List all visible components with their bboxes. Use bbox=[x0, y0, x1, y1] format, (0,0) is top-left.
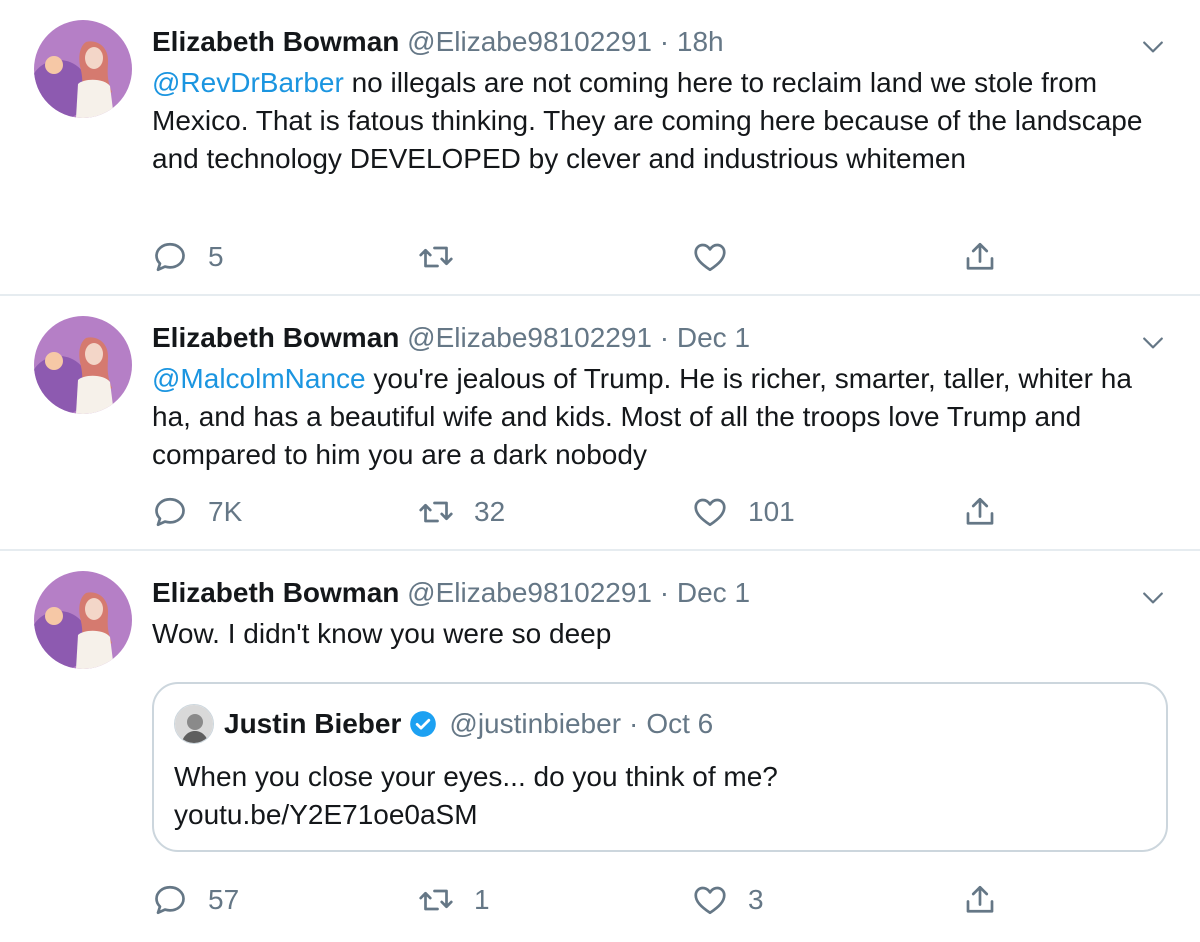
share-icon bbox=[962, 494, 998, 530]
reply-icon bbox=[152, 882, 188, 918]
tweet[interactable]: Elizabeth Bowman @Elizabe98102291 · 18h … bbox=[0, 0, 1200, 296]
reply-count: 57 bbox=[208, 884, 240, 915]
retweet-icon bbox=[418, 494, 454, 530]
quoted-text-line: When you close your eyes... do you think… bbox=[174, 761, 778, 792]
author-handle[interactable]: @Elizabe98102291 bbox=[407, 577, 652, 608]
share-icon bbox=[962, 239, 998, 275]
reply-button[interactable]: 57 bbox=[152, 880, 239, 920]
heart-icon bbox=[692, 494, 728, 530]
like-button[interactable] bbox=[692, 237, 748, 277]
reply-count: 7K bbox=[208, 496, 243, 527]
verified-badge-icon bbox=[409, 710, 437, 738]
share-button[interactable] bbox=[962, 492, 998, 532]
author-name[interactable]: Elizabeth Bowman bbox=[152, 577, 399, 608]
avatar[interactable] bbox=[174, 704, 214, 744]
author-handle[interactable]: @Elizabe98102291 bbox=[407, 26, 652, 57]
author-name[interactable]: Elizabeth Bowman bbox=[152, 26, 399, 57]
avatar[interactable] bbox=[34, 20, 132, 118]
quoted-text: When you close your eyes... do you think… bbox=[174, 758, 778, 834]
retweet-count: 32 bbox=[474, 496, 506, 527]
tweet-text: Wow. I didn't know you were so deep bbox=[152, 618, 612, 649]
like-button[interactable]: 3 bbox=[692, 880, 764, 920]
separator-dot: · bbox=[659, 577, 670, 608]
action-bar: 5 bbox=[152, 237, 1200, 277]
author-handle[interactable]: @Elizabe98102291 bbox=[407, 322, 652, 353]
tweet-text: @MalcolmNance you're jealous of Trump. H… bbox=[152, 360, 1170, 474]
retweet-icon bbox=[418, 882, 454, 918]
chevron-down-icon[interactable] bbox=[1138, 32, 1168, 67]
quoted-author-handle[interactable]: @justinbieber bbox=[449, 702, 621, 746]
avatar[interactable] bbox=[34, 316, 132, 414]
retweet-button[interactable]: 32 bbox=[418, 492, 505, 532]
quoted-author-name[interactable]: Justin Bieber bbox=[224, 702, 401, 746]
heart-icon bbox=[692, 239, 728, 275]
tweet[interactable]: Elizabeth Bowman @Elizabe98102291 · Dec … bbox=[0, 296, 1200, 551]
share-button[interactable] bbox=[962, 237, 998, 277]
share-button[interactable] bbox=[962, 880, 998, 920]
quoted-timestamp[interactable]: Oct 6 bbox=[646, 702, 713, 746]
reply-button[interactable]: 7K bbox=[152, 492, 242, 532]
quoted-tweet[interactable]: Justin Bieber @justinbieber · Oct 6 When… bbox=[152, 682, 1168, 852]
retweet-icon bbox=[418, 239, 454, 275]
mention-link[interactable]: @RevDrBarber bbox=[152, 67, 344, 98]
retweet-button[interactable]: 1 bbox=[418, 880, 490, 920]
reply-button[interactable]: 5 bbox=[152, 237, 224, 277]
chevron-down-icon[interactable] bbox=[1138, 328, 1168, 363]
retweet-button[interactable] bbox=[418, 237, 474, 277]
reply-count: 5 bbox=[208, 241, 224, 272]
mention-link[interactable]: @MalcolmNance bbox=[152, 363, 366, 394]
heart-icon bbox=[692, 882, 728, 918]
share-icon bbox=[962, 882, 998, 918]
chevron-down-icon[interactable] bbox=[1138, 583, 1168, 618]
timestamp[interactable]: Dec 1 bbox=[677, 577, 750, 608]
separator-dot: · bbox=[659, 322, 670, 353]
tweet-text: @RevDrBarber no illegals are not coming … bbox=[152, 64, 1170, 178]
timestamp[interactable]: Dec 1 bbox=[677, 322, 750, 353]
like-button[interactable]: 101 bbox=[692, 492, 795, 532]
action-bar: 7K 32 101 bbox=[152, 492, 1200, 532]
reply-icon bbox=[152, 239, 188, 275]
separator-dot: · bbox=[629, 708, 639, 739]
reply-icon bbox=[152, 494, 188, 530]
tweet[interactable]: Elizabeth Bowman @Elizabe98102291 · Dec … bbox=[0, 551, 1200, 942]
like-count: 3 bbox=[748, 884, 764, 915]
quoted-link[interactable]: youtu.be/Y2E71oe0aSM bbox=[174, 796, 778, 834]
like-count: 101 bbox=[748, 496, 795, 527]
action-bar: 57 1 3 bbox=[152, 880, 1200, 920]
separator-dot: · bbox=[659, 26, 670, 57]
timestamp[interactable]: 18h bbox=[677, 26, 724, 57]
author-name[interactable]: Elizabeth Bowman bbox=[152, 322, 399, 353]
avatar[interactable] bbox=[34, 571, 132, 669]
retweet-count: 1 bbox=[474, 884, 490, 915]
